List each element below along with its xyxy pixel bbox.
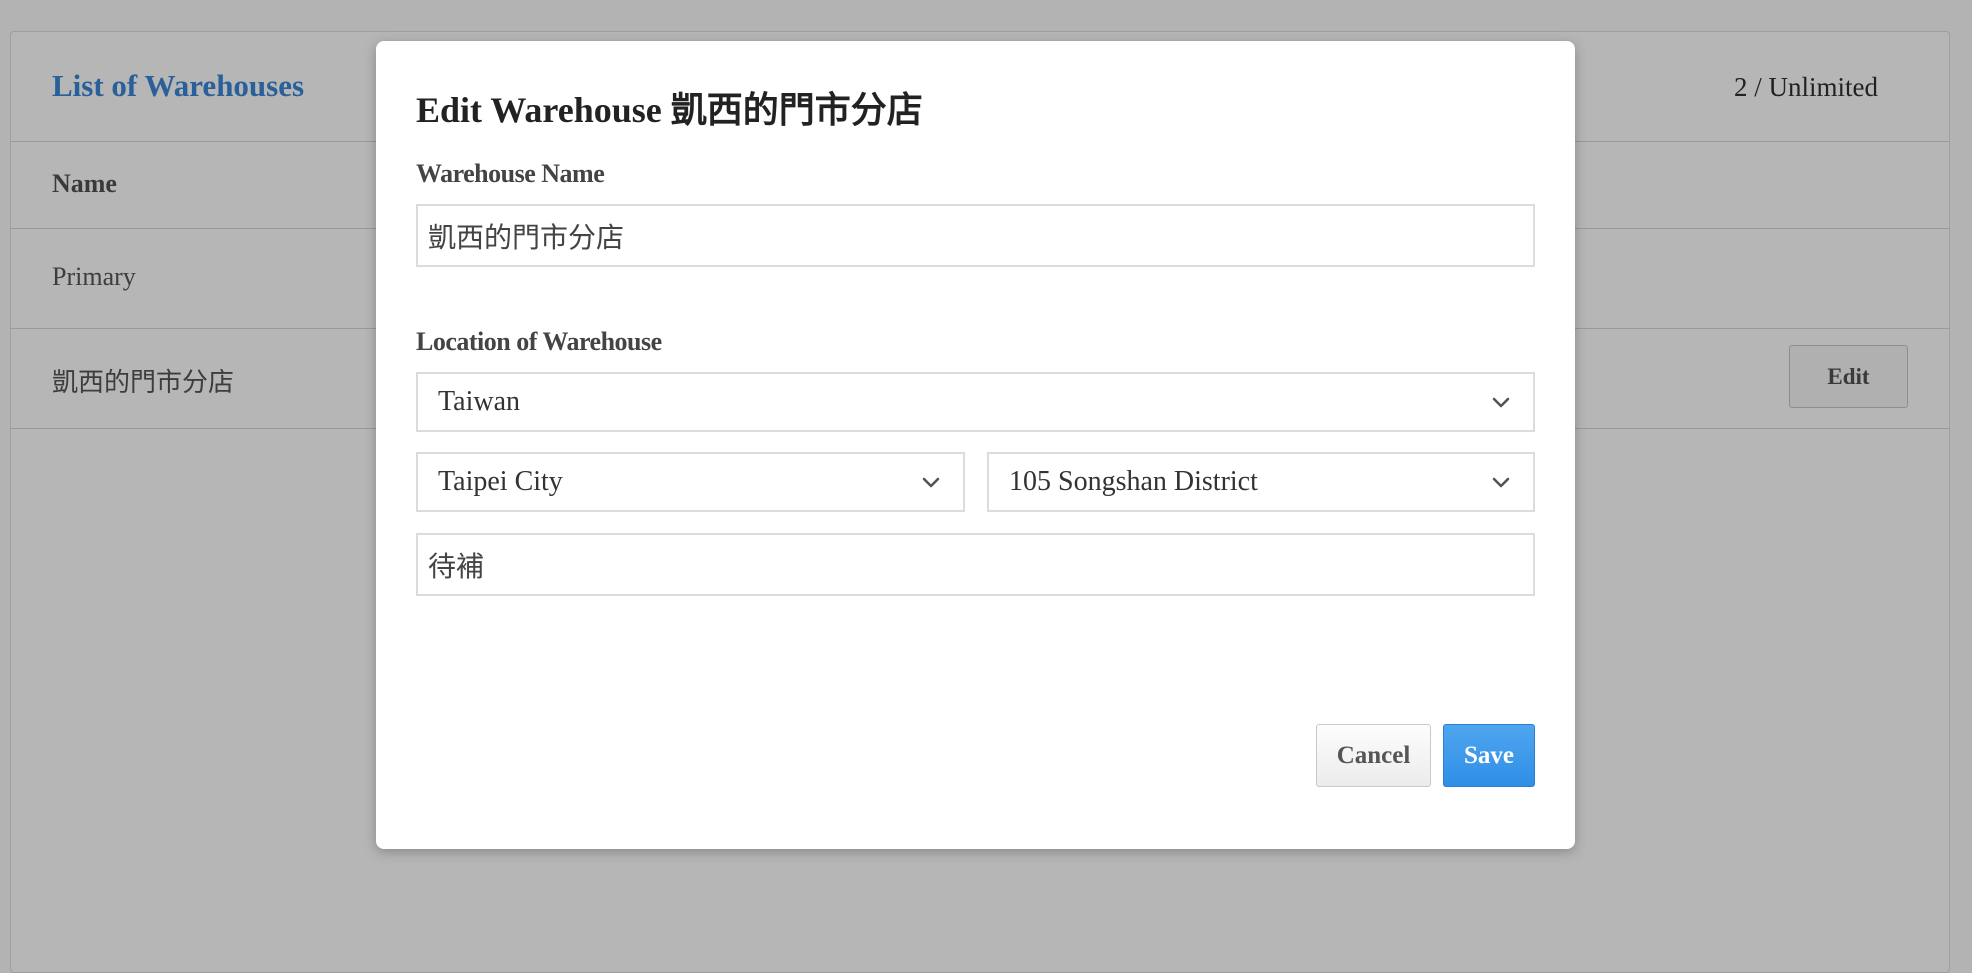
country-select[interactable]: Taiwan xyxy=(416,372,1535,432)
modal-title: Edit Warehouse 凱西的門市分店 xyxy=(416,90,923,130)
chevron-down-icon xyxy=(1492,477,1510,488)
edit-warehouse-modal: Edit Warehouse 凱西的門市分店 Warehouse Name 凱西… xyxy=(376,41,1575,849)
warehouse-name-input[interactable]: 凱西的門市分店 xyxy=(416,204,1535,267)
warehouse-name-cell: Primary xyxy=(52,262,136,291)
city-select-value: Taipei City xyxy=(438,466,563,497)
edit-warehouse-button[interactable]: Edit xyxy=(1789,345,1908,408)
save-button[interactable]: Save xyxy=(1443,724,1535,787)
column-header-name: Name xyxy=(52,169,117,198)
district-select-value: 105 Songshan District xyxy=(1009,466,1258,497)
city-select[interactable]: Taipei City xyxy=(416,452,965,512)
cancel-button[interactable]: Cancel xyxy=(1316,724,1431,787)
district-select[interactable]: 105 Songshan District xyxy=(987,452,1535,512)
page-title[interactable]: List of Warehouses xyxy=(52,68,304,104)
address-input[interactable]: 待補 xyxy=(416,533,1535,596)
country-select-value: Taiwan xyxy=(438,386,521,417)
warehouse-name-label: Warehouse Name xyxy=(416,159,605,188)
chevron-down-icon xyxy=(1492,397,1510,408)
location-label: Location of Warehouse xyxy=(416,327,662,356)
chevron-down-icon xyxy=(922,477,940,488)
warehouse-name-cell: 凱西的門市分店 xyxy=(52,368,235,397)
warehouse-counter: 2 / Unlimited xyxy=(1734,72,1878,102)
